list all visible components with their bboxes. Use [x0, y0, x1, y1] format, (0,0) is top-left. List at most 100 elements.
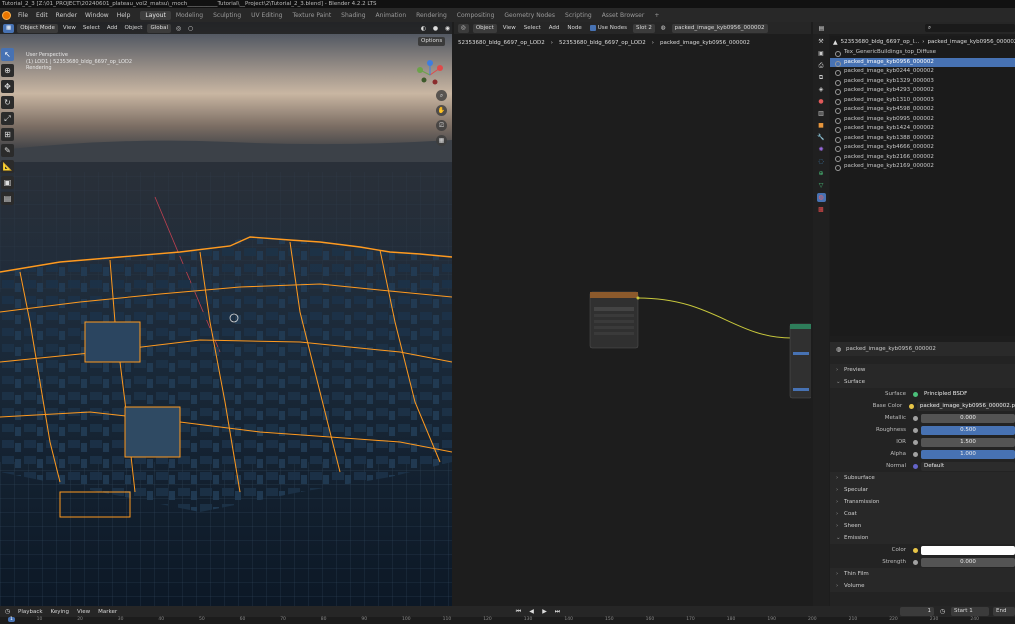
tl-menu-keying[interactable]: Keying	[49, 609, 71, 615]
property-field[interactable]: Default	[921, 461, 1015, 471]
timeline-editor-icon[interactable]: ◷	[3, 607, 12, 616]
editor-type-button[interactable]: ▦	[3, 23, 15, 33]
timeline-ruler[interactable]: 10 20 30 40 50 60 70 80 90 100 110 120 130 140 150 160 1…	[0, 617, 1015, 624]
scene-tab-icon[interactable]: ◈	[817, 85, 826, 94]
end-frame-field[interactable]: End	[993, 607, 1015, 616]
jump-start-icon[interactable]: ⏮	[514, 607, 523, 616]
list-item[interactable]: packed_image_kyb0995_000002	[830, 115, 1015, 125]
texture-tab-icon[interactable]: ▩	[817, 205, 826, 214]
ne-menu-node[interactable]: Node	[565, 25, 583, 31]
current-frame-field[interactable]: 1	[900, 607, 934, 616]
tl-menu-view[interactable]: View	[75, 609, 92, 615]
perspective-toggle-icon[interactable]: ▦	[436, 135, 447, 146]
tool-tab-icon[interactable]: ⚒	[817, 37, 826, 46]
subpanel-header[interactable]: › Specular	[830, 484, 1015, 496]
breadcrumb-material[interactable]: packed_image_kyb0956_000002	[660, 40, 750, 46]
modifier-tab-icon[interactable]: 🔧	[817, 133, 826, 142]
emission-color-swatch[interactable]	[921, 545, 1015, 555]
playhead[interactable]: 1	[8, 617, 15, 622]
object-tab-icon[interactable]: ■	[817, 121, 826, 130]
slot-dropdown[interactable]: Slot 2	[633, 23, 655, 33]
constraints-tab-icon[interactable]: ⊕	[817, 169, 826, 178]
move-tool-icon[interactable]: ✥	[1, 80, 14, 93]
subpanel-header[interactable]: › Coat	[830, 508, 1015, 520]
add-workspace-icon[interactable]: +	[649, 11, 664, 20]
object-mode-dropdown[interactable]: Object Mode	[17, 23, 58, 33]
preview-panel[interactable]: › Preview	[830, 364, 1015, 376]
vp-menu-add[interactable]: Add	[105, 25, 120, 31]
property-field[interactable]: 0.000	[921, 413, 1015, 423]
menu-file[interactable]: File	[14, 12, 32, 19]
render-tab-icon[interactable]: ▣	[817, 49, 826, 58]
tab-layout[interactable]: Layout	[140, 10, 171, 20]
list-item[interactable]: packed_image_kyb1329_000003	[830, 77, 1015, 87]
menu-help[interactable]: Help	[113, 12, 135, 19]
list-item[interactable]: packed_image_kyb4666_000002	[830, 143, 1015, 153]
play-icon[interactable]: ▶	[540, 607, 549, 616]
tab-animation[interactable]: Animation	[371, 11, 412, 20]
view-layer-tab-icon[interactable]: ⧉	[817, 73, 826, 82]
shader-type-dropdown[interactable]: Object	[472, 23, 497, 33]
proportional-edit-icon[interactable]: ○	[186, 24, 195, 33]
subpanel-header[interactable]: › Subsurface	[830, 472, 1015, 484]
surface-panel[interactable]: ⌄ Surface	[830, 376, 1015, 388]
node-editor-type-icon[interactable]: ◎	[458, 23, 469, 33]
particles-tab-icon[interactable]: ✺	[817, 145, 826, 154]
data-tab-icon[interactable]: ▽	[817, 181, 826, 190]
options-button[interactable]: Options	[418, 37, 446, 46]
camera-view-icon[interactable]: ⎚	[436, 120, 447, 131]
tab-sculpting[interactable]: Sculpting	[208, 11, 246, 20]
select-tool-icon[interactable]: ↖	[1, 48, 14, 61]
subpanel-header[interactable]: › Sheen	[830, 520, 1015, 532]
measure-tool-icon[interactable]: 📐	[1, 160, 14, 173]
property-field[interactable]: 0.500	[921, 425, 1015, 435]
vp-menu-object[interactable]: Object	[123, 25, 145, 31]
thin-film-panel[interactable]: › Thin Film	[830, 568, 1015, 580]
breadcrumb-mesh[interactable]: 52353680_bldg_6697_op_LOD2	[559, 40, 646, 46]
list-item[interactable]: packed_image_kyb4293_000002	[830, 86, 1015, 96]
rotate-tool-icon[interactable]: ↻	[1, 96, 14, 109]
tab-uv-editing[interactable]: UV Editing	[246, 11, 287, 20]
material-tab-icon[interactable]: ◍	[816, 193, 826, 202]
tab-rendering[interactable]: Rendering	[411, 11, 452, 20]
output-tab-icon[interactable]: ⎙	[817, 61, 826, 70]
cursor-tool-icon[interactable]: ⊕	[1, 64, 14, 77]
use-nodes-checkbox[interactable]: Use Nodes	[588, 25, 629, 31]
navigation-gizmo[interactable]	[410, 60, 450, 90]
tab-shading[interactable]: Shading	[336, 11, 370, 20]
ne-menu-view[interactable]: View	[501, 25, 518, 31]
outliner-material-name[interactable]: packed_image_kyb0956_000002	[927, 39, 1015, 45]
orientation-dropdown[interactable]: Global	[147, 23, 172, 33]
transform-tool-icon[interactable]: ⊞	[1, 128, 14, 141]
tab-geometry-nodes[interactable]: Geometry Nodes	[499, 11, 560, 20]
vp-menu-view[interactable]: View	[61, 25, 78, 31]
annotate-tool-icon[interactable]: ✎	[1, 144, 14, 157]
vp-menu-select[interactable]: Select	[81, 25, 102, 31]
editor-type-icon[interactable]: ▤	[817, 24, 826, 33]
tab-compositing[interactable]: Compositing	[452, 11, 500, 20]
shading-solid-icon[interactable]: ●	[431, 24, 440, 33]
start-frame-field[interactable]: Start 1	[951, 607, 989, 616]
tab-texture-paint[interactable]: Texture Paint	[287, 11, 336, 20]
list-item[interactable]: packed_image_kyb1424_000002	[830, 124, 1015, 134]
volume-panel[interactable]: › Volume	[830, 580, 1015, 592]
material-name-field[interactable]: packed_image_kyb0956_000002	[846, 346, 936, 352]
search-input[interactable]: ⌕	[925, 24, 1015, 32]
menu-window[interactable]: Window	[81, 12, 113, 19]
subpanel-header[interactable]: › Transmission	[830, 496, 1015, 508]
list-item[interactable]: packed_image_kyb2169_000002	[830, 162, 1015, 172]
property-field[interactable]: packed_image_kyb0956_000002.p	[916, 401, 1015, 411]
blender-logo-icon[interactable]	[2, 10, 11, 20]
list-item[interactable]: packed_image_kyb0956_000002	[830, 57, 1015, 67]
zoom-icon[interactable]: ⌕	[436, 90, 447, 101]
breadcrumb-object[interactable]: 52353680_bldg_6697_op_LOD2	[458, 40, 545, 46]
tl-menu-playback[interactable]: Playback	[16, 609, 45, 615]
play-reverse-icon[interactable]: ◀	[527, 607, 536, 616]
list-item[interactable]: packed_image_kyb1388_000002	[830, 134, 1015, 144]
ne-menu-select[interactable]: Select	[522, 25, 543, 31]
3d-viewport[interactable]	[0, 22, 452, 606]
outliner-object-name[interactable]: 52353680_bldg_6697_op_l...	[841, 39, 920, 45]
list-item[interactable]: Tex_GenericBuildings_top_Diffuse	[830, 48, 1015, 58]
pan-icon[interactable]: ✋	[436, 105, 447, 116]
emission-strength-field[interactable]: 0.000	[921, 557, 1015, 567]
